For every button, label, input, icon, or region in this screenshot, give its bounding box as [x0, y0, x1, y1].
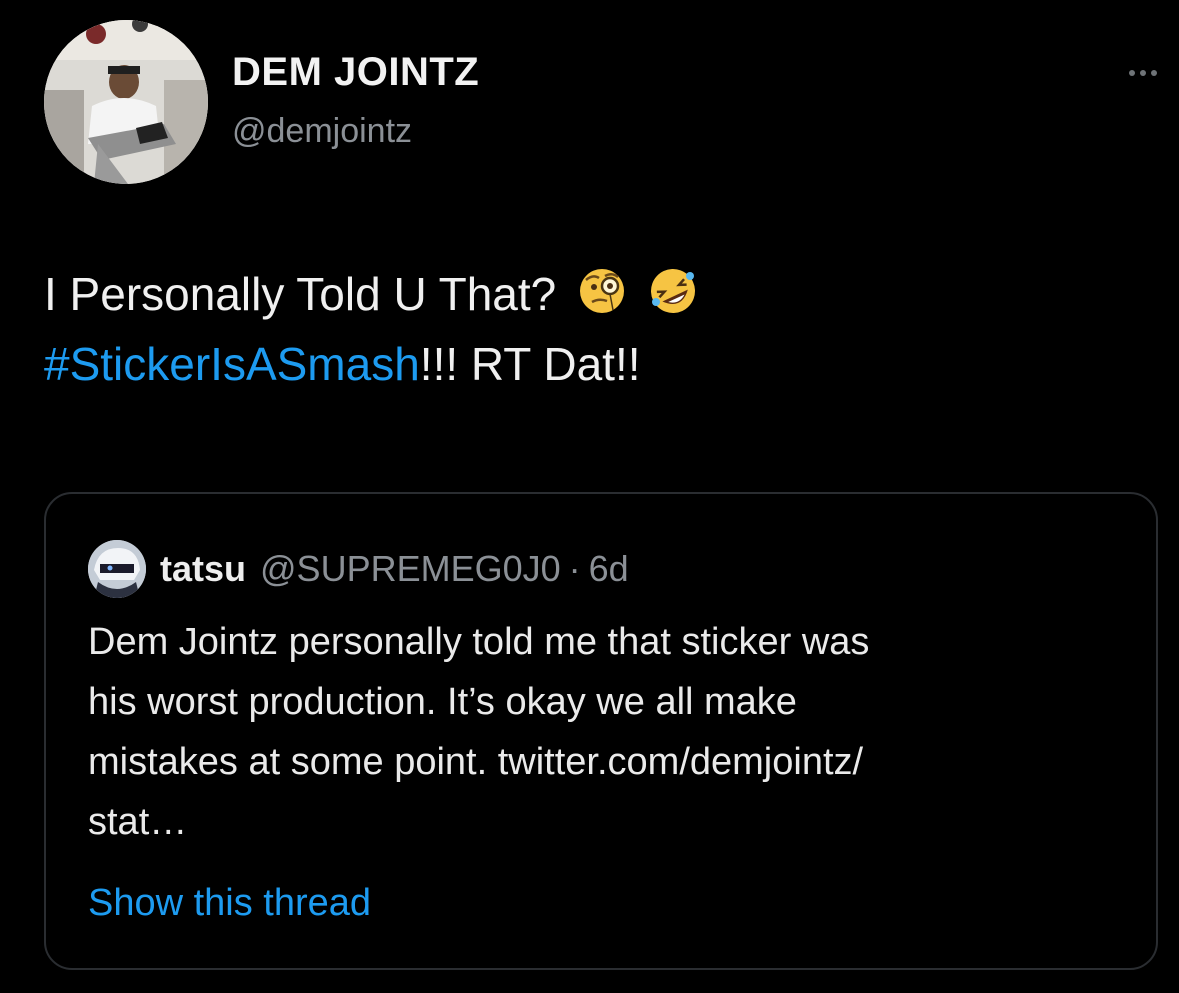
quoted-author-name[interactable]: tatsu: [160, 548, 246, 590]
more-dot: [1151, 70, 1157, 76]
rolling-on-floor-laughing-icon: [648, 266, 698, 332]
tweet-line-1: I Personally Told U That?: [44, 262, 1144, 332]
tweet-text: I Personally Told U That? #StickerIsASma…: [44, 262, 1144, 396]
quoted-tweet-time[interactable]: 6d: [589, 548, 629, 590]
author-display-name[interactable]: DEM JOINTZ: [232, 50, 479, 95]
quoted-line: mistakes at some point. twitter.com/demj…: [88, 741, 864, 783]
quoted-tweet-text: Dem Jointz personally told me that stick…: [88, 612, 1128, 852]
tweet-line-2-text: !!! RT Dat!!: [419, 338, 641, 390]
tweet-screen: DEM JOINTZ @demjointz I Personally Told …: [0, 0, 1179, 993]
quoted-author-avatar[interactable]: [88, 540, 146, 598]
hashtag-link[interactable]: #StickerIsASmash: [44, 338, 420, 390]
quoted-author-handle[interactable]: @SUPREMEG0J0: [260, 548, 561, 590]
quoted-line: Dem Jointz personally told me that stick…: [88, 621, 870, 663]
quoted-tweet-card[interactable]: tatsu @SUPREMEG0J0 · 6d Dem Jointz perso…: [44, 492, 1158, 970]
tweet-line-1-text: I Personally Told U That?: [44, 268, 557, 320]
author-handle[interactable]: @demjointz: [232, 112, 412, 151]
quoted-line: stat…: [88, 801, 188, 843]
show-thread-link[interactable]: Show this thread: [88, 882, 371, 925]
more-horizontal-icon[interactable]: [1129, 70, 1157, 76]
more-dot: [1129, 70, 1135, 76]
quoted-tweet-header: tatsu @SUPREMEG0J0 · 6d: [88, 540, 629, 598]
profile-photo: [44, 20, 208, 184]
quoted-avatar-image: [88, 540, 146, 598]
tweet-line-2: #StickerIsASmash!!! RT Dat!!: [44, 332, 1144, 396]
author-avatar[interactable]: [44, 20, 208, 184]
face-with-monocle-icon: [577, 266, 627, 332]
meta-separator: ·: [568, 548, 581, 589]
more-dot: [1140, 70, 1146, 76]
quoted-line: his worst production. It’s okay we all m…: [88, 681, 797, 723]
